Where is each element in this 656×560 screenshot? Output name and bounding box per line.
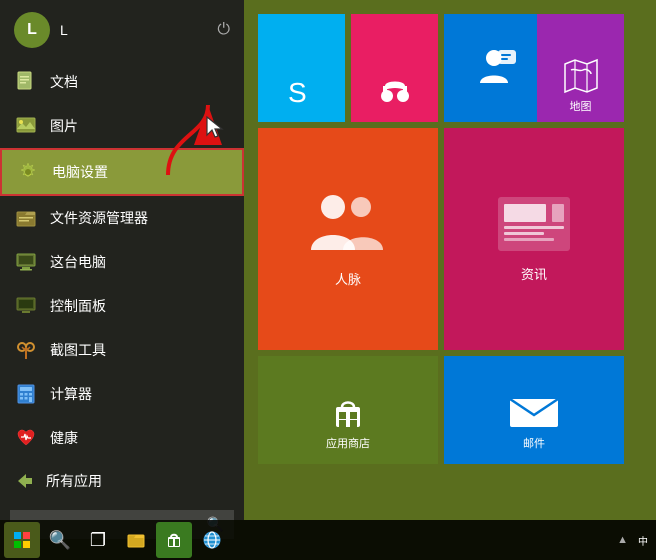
tile-news[interactable]: 资讯	[444, 128, 624, 350]
pc-settings-label: 电脑设置	[52, 162, 108, 182]
appstore-tile-icon	[328, 393, 368, 431]
sidebar-item-documents[interactable]: 文档	[0, 60, 244, 104]
sidebar-item-pc-settings[interactable]: 电脑设置	[0, 148, 244, 196]
avatar[interactable]: L	[14, 12, 50, 48]
documents-label: 文档	[50, 72, 78, 92]
taskbar-task-view-icon: ❐	[90, 530, 106, 551]
calculator-label: 计算器	[50, 384, 92, 404]
sidebar-item-file-explorer[interactable]: 文件资源管理器	[0, 196, 244, 240]
sidebar-item-calculator[interactable]: 计算器	[0, 372, 244, 416]
sidebar-item-control-panel[interactable]: 控制面板	[0, 284, 244, 328]
control-panel-icon	[14, 294, 38, 318]
user-info: L L	[14, 12, 68, 48]
taskbar-file-explorer-pin[interactable]	[118, 522, 154, 558]
news-tile-icon	[494, 190, 574, 260]
pictures-label: 图片	[50, 116, 78, 136]
taskbar-store-pin[interactable]	[156, 522, 192, 558]
tile-appstore[interactable]: 应用商店	[258, 356, 438, 464]
left-panel: L L ⏻ 文档	[0, 0, 244, 520]
tile-mail[interactable]: 邮件	[444, 356, 624, 464]
snipping-tool-icon	[14, 338, 38, 362]
health-icon	[14, 426, 38, 450]
taskbar-tray: ▲ 中	[613, 533, 652, 548]
document-icon	[14, 70, 38, 94]
all-apps-item[interactable]: 所有应用	[0, 460, 244, 502]
map-tile-label: 地图	[570, 98, 592, 114]
this-pc-label: 这台电脑	[50, 252, 106, 272]
tile-map[interactable]: 地图	[537, 14, 624, 122]
svg-text:S: S	[288, 77, 307, 108]
skype-tile-icon: S	[284, 74, 320, 110]
taskbar-search-icon: 🔍	[49, 530, 71, 551]
appstore-tile-label: 应用商店	[326, 435, 370, 451]
user-header: L L ⏻	[0, 0, 244, 60]
taskbar-ie-pin[interactable]	[194, 522, 230, 558]
mail-tile-label: 邮件	[523, 435, 545, 451]
map-tile-icon	[563, 58, 599, 94]
tiles-grid: S	[252, 8, 630, 470]
settings-icon	[16, 160, 40, 184]
contacts-tile-icon	[303, 185, 393, 265]
power-icon[interactable]: ⏻	[217, 21, 230, 39]
snipping-tool-label: 截图工具	[50, 340, 106, 360]
taskbar: 🔍 ❐	[0, 520, 656, 560]
username-label: L	[60, 22, 68, 38]
tile-contacts[interactable]: 人脉	[258, 128, 438, 350]
pictures-icon	[14, 114, 38, 138]
health-label: 健康	[50, 428, 78, 448]
file-explorer-icon	[14, 206, 38, 230]
this-pc-icon	[14, 250, 38, 274]
mail-tile-icon	[508, 393, 560, 431]
taskbar-task-view-button[interactable]: ❐	[80, 522, 116, 558]
tile-music[interactable]	[351, 14, 438, 122]
right-panel: S	[244, 0, 656, 520]
taskbar-tray-icons: ▲	[613, 534, 632, 546]
tile-skype[interactable]: S	[258, 14, 345, 122]
taskbar-search-button[interactable]: 🔍	[42, 522, 78, 558]
calculator-icon	[14, 382, 38, 406]
sidebar-item-pictures[interactable]: 图片	[0, 104, 244, 148]
taskbar-language: 中	[634, 533, 652, 548]
sidebar-item-health[interactable]: 健康	[0, 416, 244, 460]
sidebar-item-snipping-tool[interactable]: 截图工具	[0, 328, 244, 372]
start-menu: L L ⏻ 文档	[0, 0, 656, 520]
music-tile-icon	[377, 74, 413, 110]
menu-items-list: 文档 图片	[0, 60, 244, 460]
contacts-tile-label: 人脉	[335, 269, 361, 288]
start-button[interactable]	[4, 522, 40, 558]
file-explorer-label: 文件资源管理器	[50, 208, 148, 228]
all-apps-label: 所有应用	[46, 471, 102, 491]
control-panel-label: 控制面板	[50, 296, 106, 316]
news-tile-label: 资讯	[521, 264, 547, 283]
sidebar-item-this-pc[interactable]: 这台电脑	[0, 240, 244, 284]
feedback-tile-icon	[454, 48, 534, 88]
all-apps-arrow-icon	[14, 470, 36, 492]
